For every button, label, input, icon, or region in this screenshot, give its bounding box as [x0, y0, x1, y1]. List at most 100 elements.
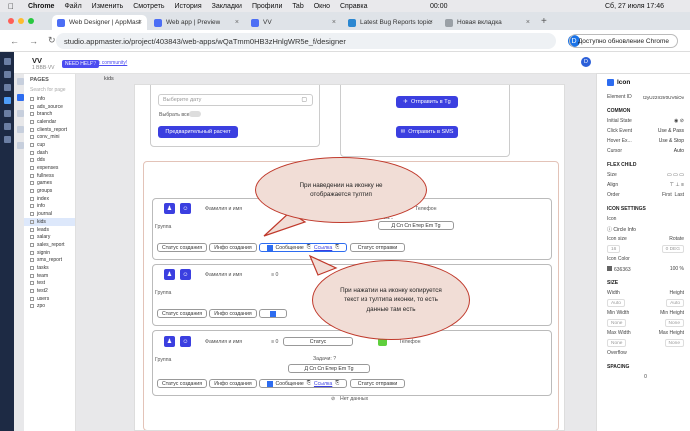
- close-window-icon[interactable]: [8, 18, 14, 24]
- tab-new[interactable]: Новая вкладка ×: [440, 15, 535, 30]
- page-item-salary[interactable]: salary: [24, 233, 75, 241]
- min-width-input[interactable]: None: [607, 319, 627, 327]
- icon-select-row[interactable]: ⓘ Circle Info: [597, 224, 690, 234]
- database-icon[interactable]: [3, 71, 11, 78]
- date-input[interactable]: Выберите дату: [158, 94, 313, 106]
- copy-icon[interactable]: ⎘: [307, 244, 311, 251]
- channels-pill[interactable]: Д Сп Сп Етер Em Tg: [378, 221, 454, 230]
- page-item-cup[interactable]: cup: [24, 141, 75, 149]
- users-icon[interactable]: ☺: [180, 336, 191, 347]
- page-item-info[interactable]: info: [24, 95, 75, 103]
- close-tab-icon[interactable]: ×: [332, 19, 336, 26]
- menu-window[interactable]: Окно: [314, 3, 330, 10]
- rotate-input[interactable]: 0 DEG: [661, 245, 684, 253]
- close-tab-icon[interactable]: ×: [429, 19, 433, 26]
- menu-edit[interactable]: Изменить: [92, 3, 124, 10]
- page-item-zpo[interactable]: zpo: [24, 303, 75, 311]
- spacing-value[interactable]: 0: [597, 372, 690, 382]
- layers-icon[interactable]: [16, 78, 24, 85]
- page-item-info[interactable]: info: [24, 203, 75, 211]
- page-item-tasks[interactable]: tasks: [24, 264, 75, 272]
- web-app-icon[interactable]: [3, 97, 11, 104]
- components-icon[interactable]: [16, 110, 24, 117]
- align-options-icon[interactable]: ⊤ ⊥ ≡: [670, 182, 684, 188]
- height-input[interactable]: Auto: [666, 299, 684, 307]
- page-item-expenses[interactable]: expenses: [24, 164, 75, 172]
- info-created-pill[interactable]: Инфо создания: [209, 379, 257, 388]
- url-field[interactable]: studio.appmaster.io/project/403843/web-a…: [56, 33, 556, 49]
- page-item-index[interactable]: index: [24, 195, 75, 203]
- calc-button[interactable]: Предварительный расчет: [158, 126, 238, 138]
- page-item-test[interactable]: test: [24, 280, 75, 288]
- tab-web-designer[interactable]: Web Designer | AppMaster ×: [52, 15, 147, 30]
- menu-file[interactable]: Файл: [64, 3, 81, 10]
- page-item-groups[interactable]: groups: [24, 187, 75, 195]
- size-options-icon[interactable]: ▭ ▭ ▭: [667, 172, 684, 178]
- new-tab-icon[interactable]: +: [541, 16, 547, 27]
- size-section[interactable]: SIZE: [607, 280, 690, 286]
- function-icon[interactable]: [3, 110, 11, 117]
- page-item-leads[interactable]: leads: [24, 226, 75, 234]
- page-item-signin[interactable]: signin: [24, 249, 75, 257]
- spacing-section[interactable]: SPACING: [607, 364, 690, 370]
- mobile-icon[interactable]: [3, 123, 11, 130]
- status-pill[interactable]: Статус: [283, 337, 353, 346]
- info-created-pill[interactable]: Инфо создания: [209, 243, 257, 252]
- eye-icon[interactable]: ◉ ⊘: [674, 118, 684, 124]
- back-icon[interactable]: ←: [10, 36, 19, 46]
- menu-help[interactable]: Справка: [340, 3, 367, 10]
- page-item-users[interactable]: users: [24, 295, 75, 303]
- person-icon[interactable]: ♟: [164, 336, 175, 347]
- menu-app[interactable]: Chrome: [28, 3, 54, 10]
- close-tab-icon[interactable]: ×: [235, 19, 239, 26]
- info-icon[interactable]: [270, 310, 276, 317]
- info-icon[interactable]: [266, 380, 273, 387]
- status-created-pill[interactable]: Статус создания: [157, 309, 207, 318]
- page-item-kids[interactable]: kids: [24, 218, 75, 226]
- common-section[interactable]: COMMON: [607, 108, 690, 114]
- users-icon[interactable]: ☺: [180, 269, 191, 280]
- menu-profiles[interactable]: Профили: [252, 3, 282, 10]
- page-item-team[interactable]: team: [24, 272, 75, 280]
- tab-web-preview[interactable]: Web app | Preview ×: [149, 15, 244, 30]
- page-item-conv_mini[interactable]: conv_mini: [24, 133, 75, 141]
- copy-icon[interactable]: ⎘: [307, 380, 311, 387]
- color-swatch[interactable]: [607, 265, 612, 271]
- page-item-ads_source[interactable]: ads_source: [24, 103, 75, 111]
- calendar-icon[interactable]: ▢: [301, 96, 307, 103]
- page-item-journal[interactable]: journal: [24, 210, 75, 218]
- page-item-dds[interactable]: dds: [24, 157, 75, 165]
- settings-icon[interactable]: [3, 136, 11, 143]
- close-tab-icon[interactable]: ×: [138, 19, 142, 26]
- ask-community-link[interactable]: Ask community!: [92, 60, 127, 66]
- menu-bookmarks[interactable]: Закладки: [212, 3, 242, 10]
- reload-icon[interactable]: ↻: [48, 35, 56, 46]
- send-tg-button[interactable]: ✈ Отправить в Tg: [396, 96, 458, 108]
- channels-pill[interactable]: Д Сп Сп Етер Em Tg: [288, 364, 370, 373]
- status-sent-pill[interactable]: Статус отправки: [350, 379, 405, 388]
- tab-bug-reports[interactable]: Latest Bug Reports topics - A×: [343, 15, 438, 30]
- page-item-clients_report[interactable]: clients_report: [24, 126, 75, 134]
- status-created-pill[interactable]: Статус создания: [157, 243, 207, 252]
- width-input[interactable]: Auto: [607, 299, 625, 307]
- variables-icon[interactable]: [16, 142, 24, 149]
- page-item-branch[interactable]: branch: [24, 110, 75, 118]
- page-item-fullness[interactable]: fullness: [24, 172, 75, 180]
- update-chrome-button[interactable]: Доступно обновление Chrome: [568, 34, 678, 48]
- page-item-sales_report[interactable]: sales_report: [24, 241, 75, 249]
- status-created-pill[interactable]: Статус создания: [157, 379, 207, 388]
- message-pill[interactable]: [259, 309, 287, 318]
- grid-icon[interactable]: [3, 58, 11, 65]
- page-item-dash[interactable]: dash: [24, 149, 75, 157]
- close-tab-icon[interactable]: ×: [526, 19, 530, 26]
- business-process-icon[interactable]: [3, 84, 11, 91]
- user-avatar[interactable]: D: [581, 57, 591, 67]
- page-item-games[interactable]: games: [24, 180, 75, 188]
- page-item-calendar[interactable]: calendar: [24, 118, 75, 126]
- max-width-input[interactable]: None: [607, 339, 627, 347]
- select-all-toggle[interactable]: [189, 111, 201, 117]
- menu-view[interactable]: Смотреть: [133, 3, 164, 10]
- info-icon[interactable]: [266, 244, 273, 251]
- info-created-pill[interactable]: Инфо создания: [209, 309, 257, 318]
- tab-vv[interactable]: VV ×: [246, 15, 341, 30]
